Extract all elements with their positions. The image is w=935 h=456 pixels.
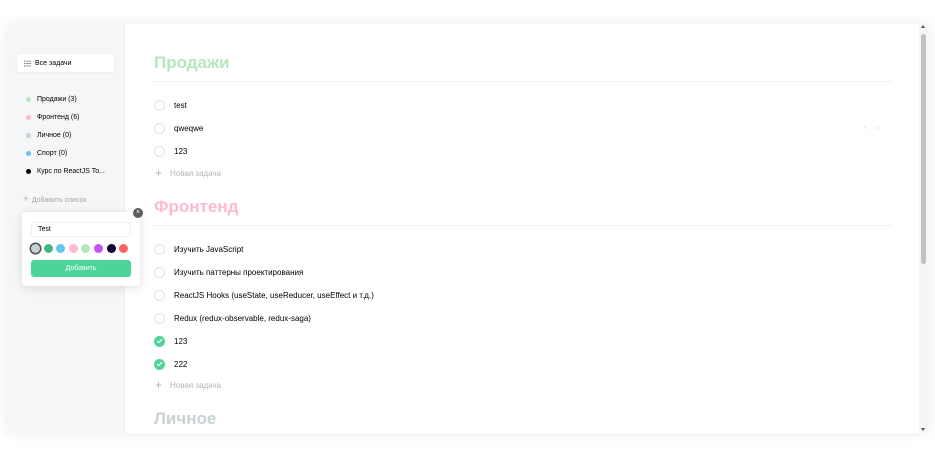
task-item: ReactJS Hooks (useState, useReducer, use… [154,289,374,301]
add-list-button[interactable]: + Добавить список [23,195,86,205]
sidebar-item-label: Продажи (3) [37,95,77,103]
list-name-input[interactable] [31,222,131,237]
color-picker [31,244,132,253]
plus-icon: + [23,194,29,205]
task-item: test [154,99,187,111]
task-text: 123 [174,336,188,346]
task-checkbox[interactable] [154,266,165,278]
color-swatch[interactable] [56,244,66,253]
edit-icon[interactable]: ✎ [863,126,869,132]
section-title-sales[interactable]: Продажи [154,53,230,73]
task-item: 123 [154,145,187,157]
color-swatch[interactable] [106,244,116,253]
task-item: Изучить JavaScript [154,243,243,255]
sidebar-item-personal[interactable]: Личное (0) [26,126,105,144]
add-task-label: Новая задача [170,168,222,178]
task-text: Redux (redux-observable, redux-saga) [174,313,311,323]
sidebar-item-label: Личное (0) [37,131,72,139]
task-checkbox[interactable] [154,289,165,301]
task-checkbox[interactable] [154,243,165,255]
add-task-label: Новая задача [170,380,222,390]
all-tasks-button[interactable]: Все задачи [17,54,114,72]
color-swatch[interactable] [68,244,78,253]
task-checkbox[interactable] [154,312,165,324]
sidebar-item-frontend[interactable]: Фронтенд (6) [26,108,105,126]
color-dot-icon [26,132,31,138]
add-task-button[interactable]: + Новая задача [155,379,221,391]
task-text: ReactJS Hooks (useState, useReducer, use… [174,290,374,300]
close-icon[interactable]: × [133,208,143,218]
all-tasks-label: Все задачи [35,59,72,67]
task-item: qweqwe [154,122,203,134]
task-text: qweqwe [174,123,204,133]
task-item: 123 [154,335,187,347]
add-list-popup: Добавить [22,212,140,286]
color-dot-icon [26,114,31,120]
task-checkbox[interactable] [154,145,165,157]
sidebar-item-label: Курс по ReactJS To... [37,167,105,175]
task-text: Изучить JavaScript [174,244,244,254]
app-window: Все задачи Продажи (3) Фронтенд (6) Личн… [7,24,928,433]
plus-icon: + [155,166,163,180]
color-swatch[interactable] [93,244,103,253]
delete-icon[interactable]: ✕ [875,126,881,132]
task-item: Redux (redux-observable, redux-saga) [154,312,311,324]
task-row-actions: ✎ ✕ [863,126,881,132]
scroll-thumb[interactable] [921,34,926,264]
scroll-up-arrow-icon[interactable] [921,25,925,28]
sidebar-item-sport[interactable]: Спорт (0) [26,144,105,162]
main-content: Продажи test qweqwe 123 ✎ ✕ + Новая зада… [154,24,894,433]
add-task-button[interactable]: + Новая задача [155,167,221,179]
color-dot-icon [26,96,31,102]
sidebar-item-react-course[interactable]: Курс по ReactJS To... [26,162,105,180]
color-swatch[interactable] [119,244,129,253]
task-checkbox[interactable] [154,122,165,134]
color-swatch[interactable] [81,244,91,253]
task-checkbox-checked[interactable] [154,358,165,370]
task-text: 222 [174,359,188,369]
add-list-label: Добавить список [31,196,87,204]
color-dot-icon [26,168,31,174]
plus-icon: + [155,378,163,392]
checkmark-icon [156,361,163,367]
task-text: 123 [174,146,188,156]
task-checkbox-checked[interactable] [154,335,165,347]
list-icon [24,60,31,67]
task-text: test [174,100,187,110]
add-button[interactable]: Добавить [31,260,131,277]
color-swatch[interactable] [31,244,40,253]
sidebar-item-label: Фронтенд (6) [37,113,80,121]
scroll-down-arrow-icon[interactable] [921,428,925,431]
lists: Продажи (3) Фронтенд (6) Личное (0) Спор… [26,90,105,180]
divider [154,81,892,82]
task-item: Изучить паттерны проектирования [154,266,303,278]
task-item: 222 [154,358,187,370]
sidebar-item-sales[interactable]: Продажи (3) [26,90,105,108]
task-text: Изучить паттерны проектирования [174,267,304,277]
divider [154,225,892,226]
color-swatch[interactable] [43,244,53,253]
section-title-personal[interactable]: Личное [154,409,216,429]
scrollbar[interactable] [919,24,928,433]
section-title-frontend[interactable]: Фронтенд [154,197,238,217]
task-checkbox[interactable] [154,99,165,111]
sidebar-item-label: Спорт (0) [37,149,68,157]
checkmark-icon [156,338,163,344]
color-dot-icon [26,150,31,156]
